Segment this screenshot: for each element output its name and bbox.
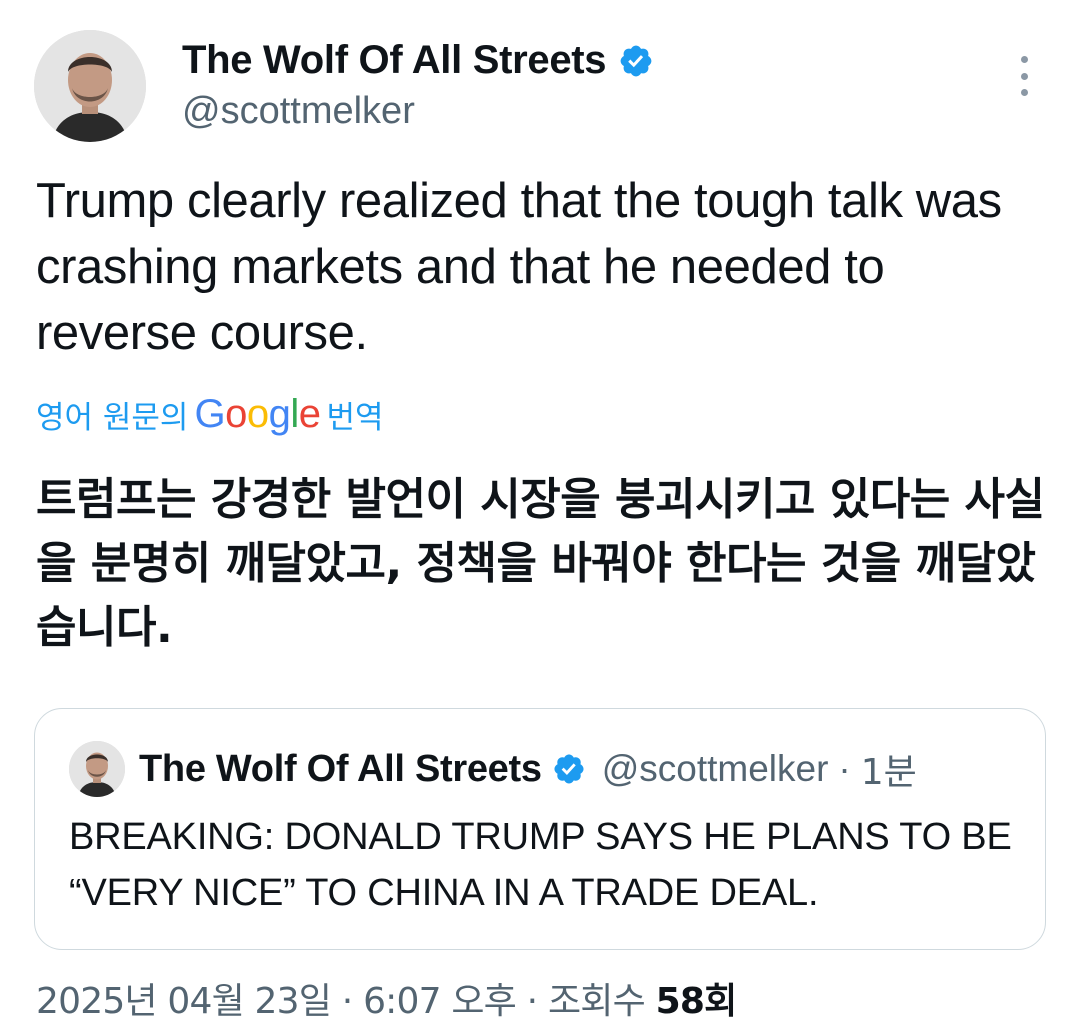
translation-attribution[interactable]: 영어 원문의 Google 번역 xyxy=(36,392,384,437)
verified-badge-icon xyxy=(620,45,652,76)
quoted-tweet-text: BREAKING: DONALD TRUMP SAYS HE PLANS TO … xyxy=(69,816,1012,914)
tweet-header: The Wolf Of All Streets @scottmelker xyxy=(34,30,1046,146)
tweet-date[interactable]: 2025년 04월 23일 xyxy=(36,981,332,1022)
more-options-icon[interactable] xyxy=(1016,56,1032,96)
quoted-timestamp[interactable]: 1분 xyxy=(861,743,917,795)
views-count[interactable]: 58회 xyxy=(656,981,738,1022)
author-display-name[interactable]: The Wolf Of All Streets xyxy=(182,38,607,83)
translation-prefix: 영어 원문의 xyxy=(36,400,189,436)
google-logo-letter: g xyxy=(268,392,291,436)
meta-separator: · xyxy=(341,981,353,1022)
google-logo-letter: o xyxy=(225,392,247,436)
tweet-time[interactable]: 6:07 오후 xyxy=(363,981,517,1022)
quoted-author-avatar[interactable] xyxy=(69,741,125,797)
google-logo-letter: o xyxy=(246,392,269,436)
verified-badge-icon xyxy=(554,754,584,784)
google-logo-letter: e xyxy=(298,392,321,436)
tweet-text: Trump clearly realized that the tough ta… xyxy=(36,174,1002,360)
quoted-author-handle[interactable]: @scottmelker xyxy=(602,748,829,790)
meta-separator: · xyxy=(526,981,538,1022)
quoted-separator: · xyxy=(838,748,851,789)
google-logo-letter: l xyxy=(290,392,299,436)
tweet-meta: 2025년 04월 23일 · 6:07 오후 · 조회수 58회 xyxy=(36,972,738,1024)
quoted-author-display-name[interactable]: The Wolf Of All Streets xyxy=(139,748,542,791)
author-handle[interactable]: @scottmelker xyxy=(182,90,415,133)
quoted-tweet[interactable]: The Wolf Of All Streets @scottmelker · 1… xyxy=(34,708,1046,950)
author-avatar[interactable] xyxy=(34,30,146,142)
views-label: 조회수 xyxy=(547,981,646,1022)
google-logo-letter: G xyxy=(194,392,226,436)
translated-text: 트럼프는 강경한 발언이 시장을 붕괴시키고 있다는 사실을 분명히 깨달았고,… xyxy=(36,474,1045,653)
google-logo: Google xyxy=(194,392,321,437)
translation-suffix: 번역 xyxy=(326,400,384,436)
